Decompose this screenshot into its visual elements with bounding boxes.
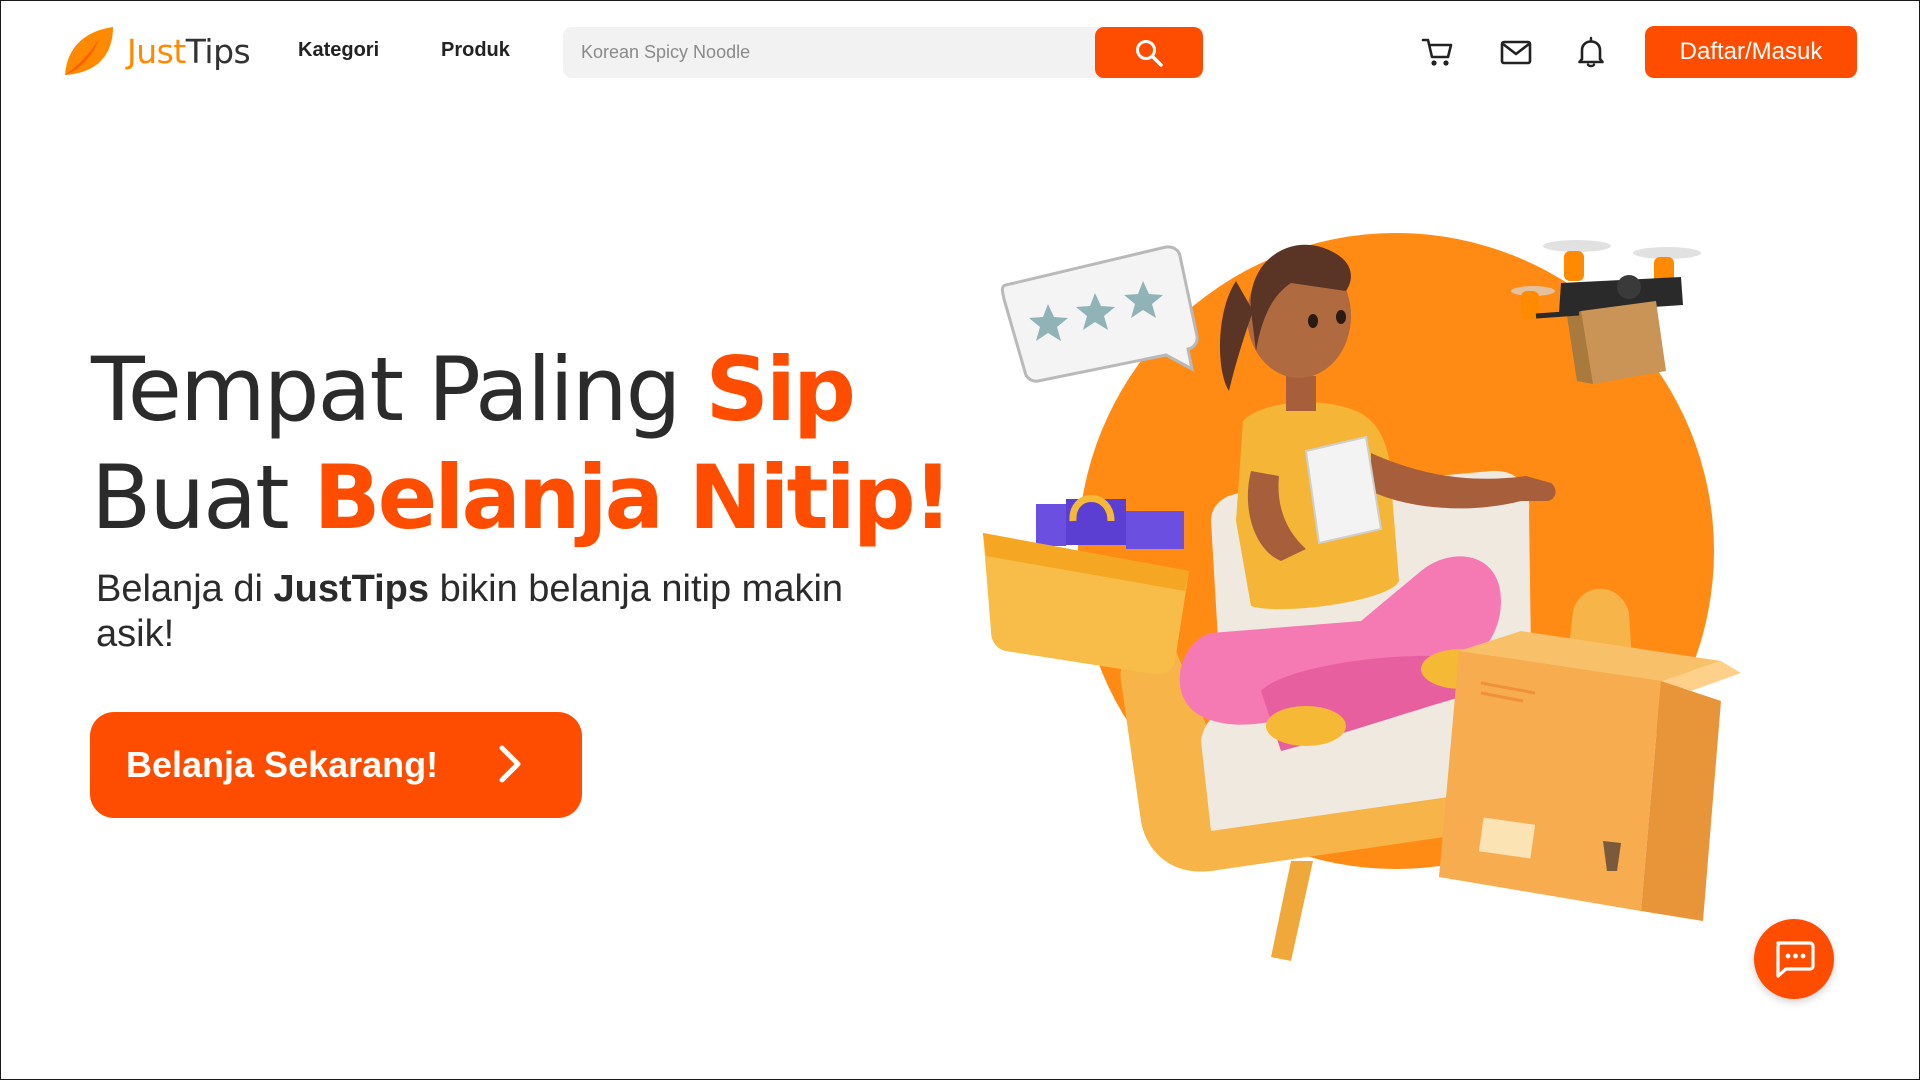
hero-subtitle: Belanja di JustTips bikin belanja nitip … bbox=[96, 567, 886, 657]
landing-page: JustTips Kategori Produk Korean Spicy No… bbox=[0, 0, 1920, 1080]
brand-name-tips: Tips bbox=[185, 31, 251, 71]
bell-icon bbox=[1578, 36, 1604, 68]
search-icon bbox=[1136, 39, 1163, 67]
nav-kategori-link[interactable]: Kategori bbox=[298, 39, 379, 62]
nav-produk-link[interactable]: Produk bbox=[441, 39, 510, 62]
hero-title-line1: Tempat Paling bbox=[91, 338, 706, 441]
mail-icon bbox=[1500, 40, 1532, 65]
hero-title: Tempat Paling Sip Buat Belanja Nitip! bbox=[91, 336, 953, 552]
chat-button[interactable] bbox=[1754, 919, 1834, 999]
brand-name-just: Just bbox=[127, 31, 186, 71]
search-input[interactable] bbox=[563, 27, 1103, 78]
shop-now-button[interactable]: Belanja Sekarang! bbox=[90, 712, 582, 818]
hero-subtitle-pre: Belanja di bbox=[96, 568, 274, 610]
navbar: JustTips Kategori Produk Korean Spicy No… bbox=[1, 1, 1919, 103]
cart-button[interactable] bbox=[1419, 33, 1457, 71]
search-button[interactable] bbox=[1095, 27, 1203, 78]
hero-title-accent2: Belanja Nitip! bbox=[313, 446, 953, 549]
hero-title-accent1: Sip bbox=[705, 338, 856, 441]
hero-title-line2: Buat bbox=[91, 446, 314, 549]
leaf-logo-icon bbox=[65, 27, 113, 75]
shopping-basket-icon bbox=[983, 495, 1189, 675]
brand-logo[interactable]: JustTips bbox=[63, 25, 251, 77]
shop-now-label: Belanja Sekarang! bbox=[126, 744, 439, 785]
hero-illustration bbox=[961, 221, 1791, 981]
mail-button[interactable] bbox=[1497, 33, 1535, 71]
brand-name: JustTips bbox=[127, 31, 251, 71]
cardboard-box-icon bbox=[1439, 631, 1741, 921]
chevron-right-icon bbox=[499, 745, 521, 783]
chat-bubble-icon bbox=[1776, 941, 1815, 978]
hero-subtitle-brand: JustTips bbox=[273, 568, 430, 610]
shopping-illustration bbox=[983, 233, 1741, 961]
notification-button[interactable] bbox=[1572, 33, 1610, 71]
cart-icon bbox=[1421, 38, 1453, 66]
search-bar bbox=[563, 27, 1203, 78]
register-login-button[interactable]: Daftar/Masuk bbox=[1645, 26, 1857, 78]
